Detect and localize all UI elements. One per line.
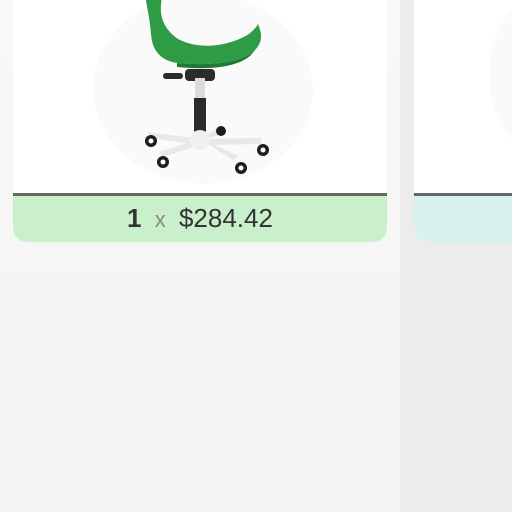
cart-viewport: 1 x $284.42 xyxy=(0,0,512,512)
quantity-value: 1 xyxy=(127,203,142,233)
green-office-chair-icon xyxy=(93,0,313,184)
product-image-partial-icon xyxy=(489,8,512,140)
price-value: $284.42 xyxy=(178,203,273,233)
price-bar: 1 x $284.42 xyxy=(13,196,387,242)
product-image-area xyxy=(13,0,387,194)
product-card-partial[interactable] xyxy=(414,0,512,242)
price-bar-partial xyxy=(414,196,512,242)
product-card[interactable]: 1 x $284.42 xyxy=(13,0,387,242)
product-image-area-partial xyxy=(414,0,512,194)
times-symbol: x xyxy=(154,207,166,232)
